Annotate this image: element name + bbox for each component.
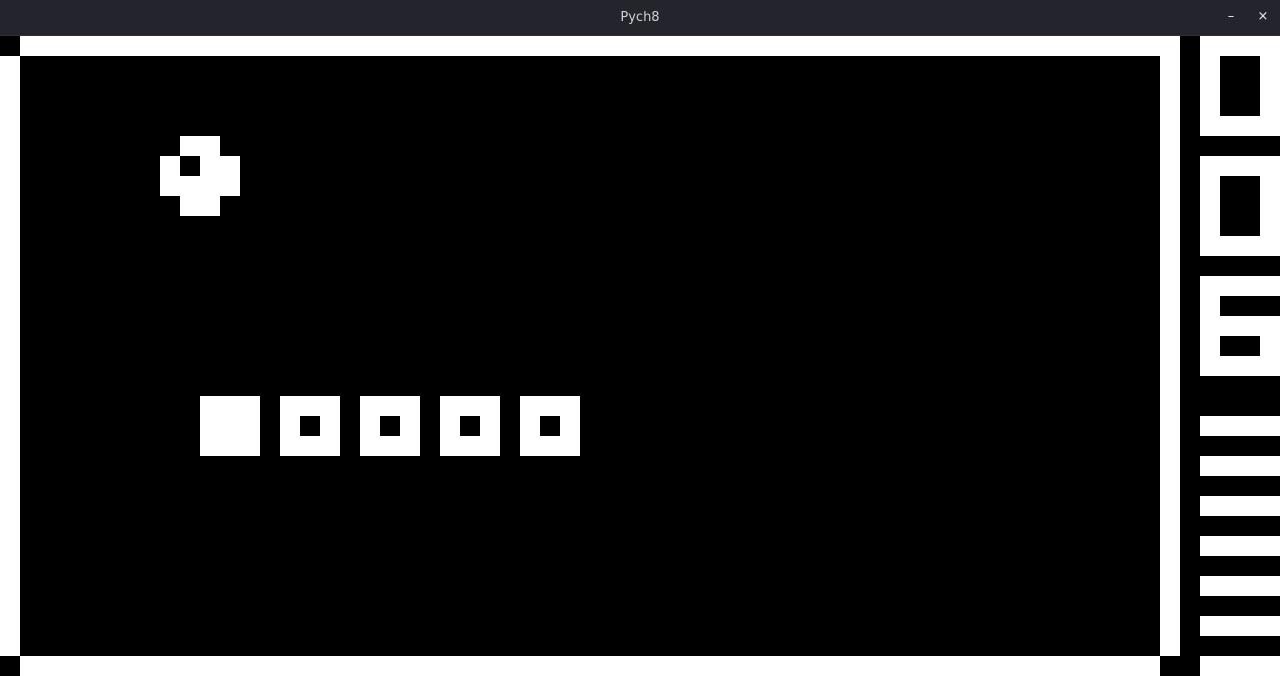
window-titlebar: Pych8 – × xyxy=(0,0,1280,36)
score-digit-icon xyxy=(1200,36,1280,136)
brick-hollow xyxy=(360,396,420,456)
brick-hollow xyxy=(280,396,340,456)
playfield-border-top xyxy=(20,36,1180,56)
brick-hollow xyxy=(440,396,500,456)
window-title: Pych8 xyxy=(620,10,660,25)
minimize-button[interactable]: – xyxy=(1220,6,1242,28)
close-button[interactable]: × xyxy=(1252,6,1274,28)
chip8-display xyxy=(0,36,1280,676)
score-digit-icon xyxy=(1200,276,1280,376)
score-digit-icon xyxy=(1200,156,1280,256)
ball-icon xyxy=(160,136,240,216)
playfield-border-bottom xyxy=(20,656,1160,676)
playfield-border-left xyxy=(0,56,20,656)
playfield-border-right xyxy=(1160,56,1180,656)
brick-hollow xyxy=(520,396,580,456)
brick-solid xyxy=(200,396,260,456)
